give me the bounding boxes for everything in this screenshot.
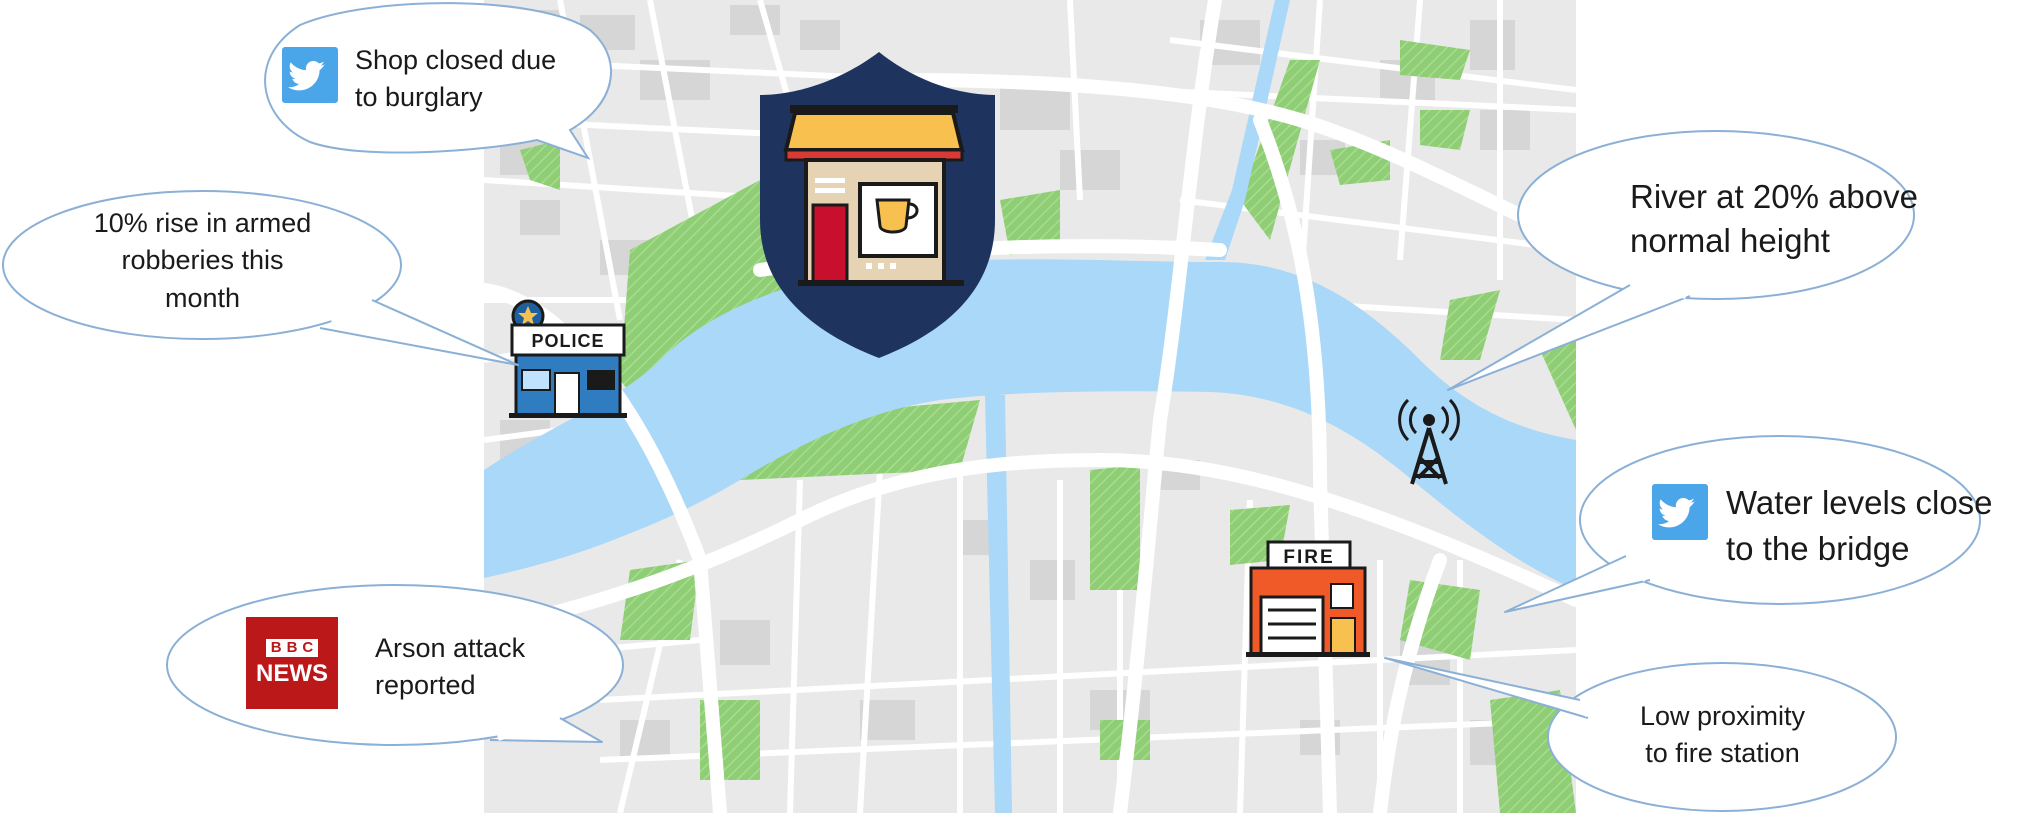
fire-sign-label: FIRE — [1283, 547, 1334, 568]
police-sign-label: POLICE — [531, 331, 604, 351]
callout-burglary-text: Shop closed due to burglary — [355, 42, 556, 117]
callout-river-line2: normal height — [1630, 222, 1830, 260]
shop-icon — [783, 105, 965, 286]
callout-burglary-line1: Shop closed due — [355, 45, 557, 75]
callout-robbery-text: 10% rise in armed robberies this month — [40, 205, 365, 317]
callout-arson-line1: Arson attack — [375, 633, 526, 663]
callout-water-levels-text: Water levels close to the bridge — [1726, 480, 1993, 571]
callout-arson-line2: reported — [375, 670, 476, 701]
twitter-icon — [282, 47, 338, 103]
callout-arson-text: Arson attack reported — [375, 630, 525, 705]
callout-water-levels-line2: to the bridge — [1726, 529, 1910, 567]
callout-river-line1: River at 20% above — [1630, 178, 1918, 215]
callout-robbery-line1: 10% rise in armed — [93, 208, 312, 238]
bbc-news-logo: BBC NEWS — [246, 617, 338, 709]
bbc-logo-line2: NEWS — [256, 660, 328, 687]
callout-robbery-line3: month — [164, 282, 241, 313]
callout-fire-proximity-text: Low proximity to fire station — [1560, 698, 1885, 773]
twitter-icon — [1652, 484, 1708, 540]
callout-fire-proximity-line1: Low proximity — [1639, 701, 1806, 731]
callout-fire-proximity-line2: to fire station — [1645, 738, 1800, 769]
city-map — [484, 0, 1576, 813]
callout-water-levels-line1: Water levels close — [1726, 484, 1993, 521]
bbc-logo-line1: BBC — [265, 639, 319, 657]
callout-river-text: River at 20% above normal height — [1630, 175, 1918, 263]
callout-robbery-line2: robberies this — [121, 245, 284, 276]
callout-burglary-line2: to burglary — [355, 82, 483, 113]
